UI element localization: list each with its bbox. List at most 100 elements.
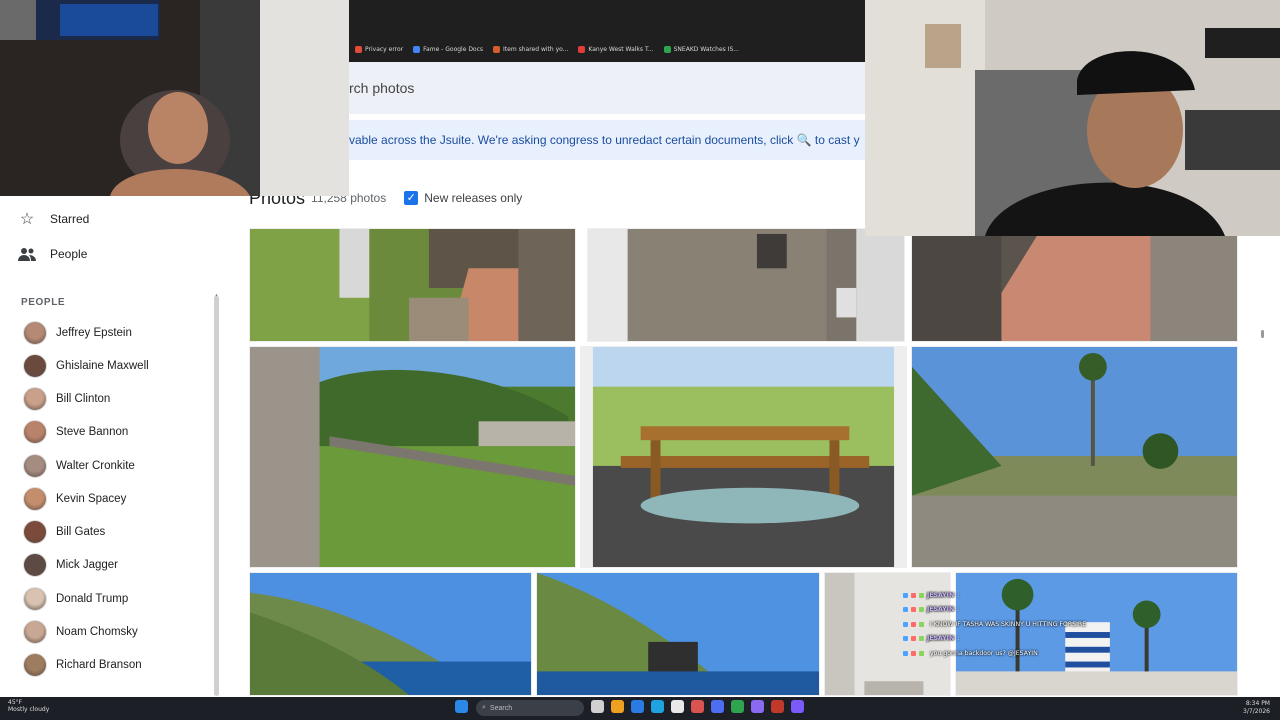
bookmarks-bar: Privacy error Fame - Google Docs Item shar… — [349, 0, 865, 62]
clock-date: 3/7/2026 — [1243, 708, 1270, 715]
chat-text: : — [957, 606, 960, 614]
avatar — [23, 354, 47, 378]
bookmark-item[interactable]: Privacy error — [355, 45, 404, 53]
star-icon: ☆ — [19, 211, 35, 228]
bookmark-icon — [493, 45, 501, 53]
person-item[interactable]: Donald Trump — [23, 586, 128, 612]
person-item[interactable]: Mick Jagger — [23, 552, 118, 578]
person-item[interactable]: Richard Branson — [23, 652, 142, 678]
chat-text: : — [957, 591, 960, 599]
screen: Privacy error Fame - Google Docs Item shar… — [0, 0, 1280, 720]
person-item[interactable]: Bill Clinton — [23, 386, 110, 412]
chat-badge-icon — [903, 621, 908, 627]
taskbar: 45°F Mostly cloudy ⌕ Search 8:34 PM 3/7/… — [0, 697, 1280, 720]
photo-search-bar[interactable]: rch photos — [349, 62, 865, 114]
chat-username: JESAYIN — [927, 591, 955, 599]
bookmark-icon — [663, 45, 671, 53]
sidebar: ☆ Starred People PEOPLE Jeffrey Epstein G… — [0, 196, 222, 696]
start-menu-icon[interactable] — [455, 700, 468, 713]
weather-desc: Mostly cloudy — [8, 706, 50, 713]
person-name: Bill Gates — [56, 526, 106, 538]
bookmark-item[interactable]: Kanye West Walks T... — [578, 45, 654, 53]
photo-thumbnail[interactable] — [911, 228, 1238, 342]
chat-text: I KNOW IF TASHA WAS SKINNY U HITTING FOR… — [930, 620, 1087, 628]
person-name: Walter Cronkite — [56, 460, 135, 472]
avatar — [23, 387, 47, 411]
photo-thumbnail[interactable] — [536, 572, 820, 696]
main-scrollbar-thumb[interactable] — [1261, 330, 1264, 338]
chat-badge-icon — [903, 607, 908, 613]
photo-thumbnail[interactable] — [249, 572, 532, 696]
taskbar-app-icon[interactable] — [711, 700, 724, 713]
nav-label: People — [50, 247, 88, 261]
chat-badge-icon — [911, 607, 916, 613]
bookmark-item[interactable]: SNEAKD Watches IS... — [663, 45, 739, 53]
bookmark-icon — [578, 45, 586, 53]
photo-thumbnail[interactable] — [587, 228, 905, 342]
nav-people[interactable]: People — [18, 245, 87, 263]
bookmark-label: Privacy error — [365, 45, 404, 53]
taskbar-app-icon[interactable] — [791, 700, 804, 713]
chat-badge-icon — [911, 592, 916, 598]
taskbar-app-icon[interactable] — [651, 700, 664, 713]
person-item[interactable]: Steve Bannon — [23, 419, 128, 445]
taskbar-search[interactable]: ⌕ Search — [476, 700, 584, 716]
taskbar-app-icon[interactable] — [671, 700, 684, 713]
avatar — [23, 653, 47, 677]
webcam-overlay-left — [0, 0, 349, 196]
chat-badge-icon — [919, 592, 924, 598]
bookmark-label: SNEAKD Watches IS... — [673, 45, 739, 53]
info-banner-text: vable across the Jsuite. We're asking co… — [349, 133, 860, 147]
chat-badge-icon — [919, 607, 924, 613]
new-releases-checkbox[interactable]: ✓ — [404, 191, 419, 205]
chat-badge-icon — [903, 592, 908, 598]
person-name: Donald Trump — [56, 593, 129, 605]
chat-message: JESAYIN: — [903, 632, 1133, 647]
people-section-title: PEOPLE — [21, 297, 66, 308]
person-name: Ghislaine Maxwell — [56, 360, 149, 372]
avatar — [23, 454, 47, 478]
photo-thumbnail[interactable] — [911, 346, 1238, 568]
chat-message: JESAYIN: — [903, 588, 1133, 603]
person-item[interactable]: Jeffrey Epstein — [23, 320, 132, 346]
person-item[interactable]: Noam Chomsky — [23, 619, 138, 645]
bookmark-item[interactable]: Item shared with yo... — [493, 45, 569, 53]
taskbar-app-icon[interactable] — [771, 700, 784, 713]
taskbar-app-icon[interactable] — [631, 700, 644, 713]
chat-text: you gonna backdoor us? @JESAYIN — [930, 649, 1038, 657]
chat-username: JESAYIN — [927, 606, 955, 614]
avatar — [23, 553, 47, 577]
new-releases-label[interactable]: New releases only — [424, 191, 522, 205]
photo-thumbnail[interactable] — [249, 346, 576, 568]
photo-thumbnail[interactable] — [580, 346, 907, 568]
taskbar-app-icon[interactable] — [691, 700, 704, 713]
taskbar-app-icon[interactable] — [751, 700, 764, 713]
taskbar-app-icon[interactable] — [591, 700, 604, 713]
taskbar-app-icon[interactable] — [611, 700, 624, 713]
chat-badge-icon — [919, 621, 924, 627]
info-banner: vable across the Jsuite. We're asking co… — [349, 120, 865, 160]
person-name: Kevin Spacey — [56, 493, 127, 505]
photo-thumbnail[interactable] — [249, 228, 576, 342]
system-clock[interactable]: 8:34 PM 3/7/2026 — [1243, 700, 1270, 716]
taskbar-app-icon[interactable] — [731, 700, 744, 713]
person-item[interactable]: Walter Cronkite — [23, 453, 135, 479]
person-item[interactable]: Kevin Spacey — [23, 486, 126, 512]
search-placeholder: rch photos — [349, 80, 415, 96]
bookmark-label: Kanye West Walks T... — [588, 45, 654, 53]
bookmark-item[interactable]: Fame - Google Docs — [413, 45, 484, 53]
taskbar-search-label: Search — [489, 704, 513, 712]
stream-chat: JESAYIN: JESAYIN: I KNOW IF TASHA WAS SKIN… — [903, 588, 1133, 661]
chat-text: : — [957, 635, 960, 643]
chat-message: JESAYIN: — [903, 603, 1133, 618]
weather-widget[interactable]: 45°F Mostly cloudy — [8, 699, 49, 713]
bookmark-label: Fame - Google Docs — [423, 45, 484, 53]
bookmark-label: Item shared with yo... — [503, 45, 569, 53]
weather-temp: 45°F — [8, 699, 23, 706]
chat-badge-icon — [919, 650, 924, 656]
person-item[interactable]: Ghislaine Maxwell — [23, 353, 149, 379]
avatar — [23, 587, 47, 611]
sidebar-scrollbar[interactable] — [214, 296, 219, 696]
nav-starred[interactable]: ☆ Starred — [18, 210, 90, 228]
person-item[interactable]: Bill Gates — [23, 519, 105, 545]
